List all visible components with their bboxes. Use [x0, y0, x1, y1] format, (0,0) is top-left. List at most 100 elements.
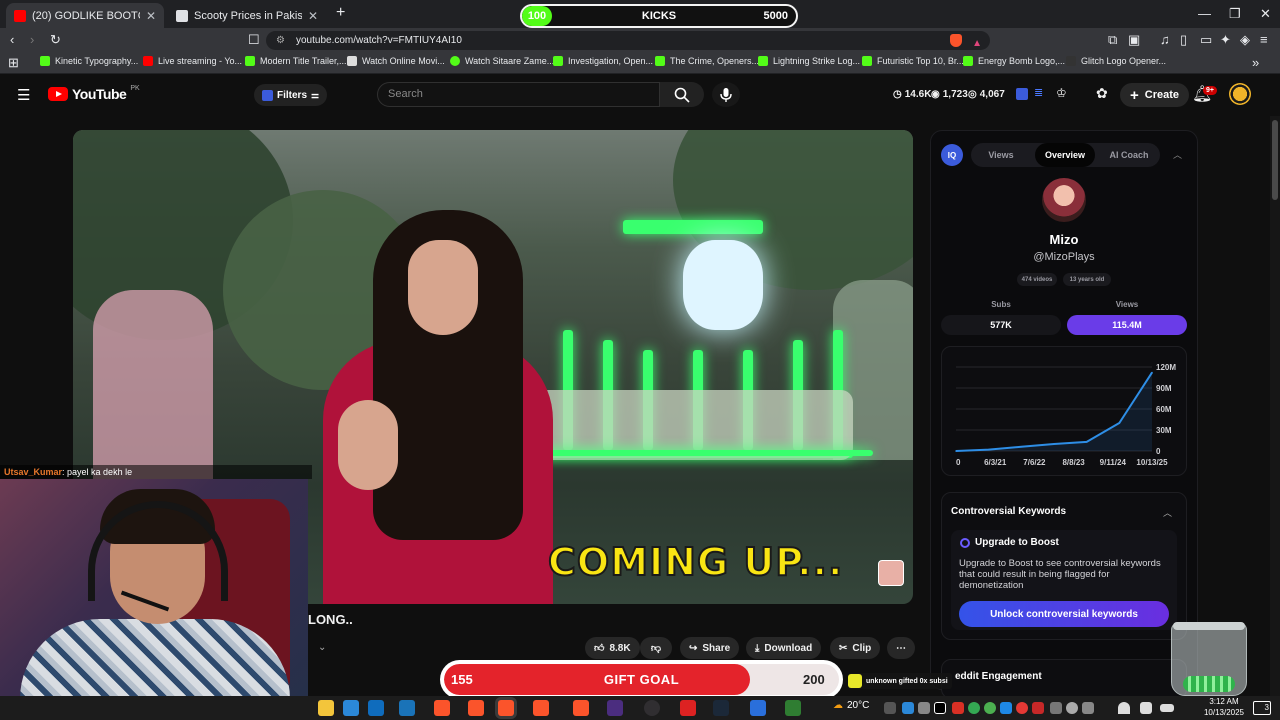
music-icon[interactable]: ♫	[1160, 32, 1170, 47]
tab-scooty-prices[interactable]: Scooty Prices in Pakistan 2024 | Best ✕	[168, 3, 326, 28]
more-bookmarks-icon[interactable]: »	[1252, 55, 1259, 70]
tray-icon[interactable]	[1082, 702, 1094, 714]
bookmark-item[interactable]: Modern Title Trailer,...	[245, 56, 347, 66]
brave-shield-icon[interactable]	[950, 34, 962, 47]
app-icon[interactable]	[399, 700, 415, 716]
account-avatar[interactable]	[1229, 83, 1251, 105]
tray-icon[interactable]	[1066, 702, 1078, 714]
hamburger-menu-icon[interactable]: ☰	[17, 86, 30, 104]
forward-icon[interactable]: ›	[30, 32, 34, 47]
chevron-up-icon[interactable]: ︿	[1173, 148, 1182, 161]
minimize-icon[interactable]: —	[1198, 6, 1211, 21]
tab-overview[interactable]: Overview	[1035, 143, 1095, 167]
brave-icon[interactable]	[533, 700, 549, 716]
next-app-icon[interactable]	[607, 700, 623, 716]
store-icon[interactable]	[343, 700, 359, 716]
site-info-icon[interactable]: ⚙	[276, 31, 285, 50]
reload-icon[interactable]: ↻	[50, 32, 61, 48]
restore-icon[interactable]: ❐	[1229, 6, 1241, 22]
new-tab-button[interactable]: +	[336, 4, 345, 22]
terminal-icon[interactable]	[785, 700, 801, 716]
tab-views[interactable]: Views	[971, 143, 1031, 167]
bookmark-item[interactable]: Futuristic Top 10, Br...	[862, 56, 964, 66]
brave-icon[interactable]	[434, 700, 450, 716]
filters-button[interactable]: Filters ⚌	[254, 84, 328, 106]
menu-icon[interactable]: ≡	[1260, 32, 1268, 47]
bookmark-item[interactable]: The Crime, Openers...	[655, 56, 759, 66]
subs-value[interactable]: 577K	[941, 315, 1061, 335]
notifications-button[interactable]: 3	[1253, 701, 1271, 715]
bookmark-item[interactable]: Watch Online Movi...	[347, 56, 445, 66]
chevron-up-icon[interactable]: ︿	[1163, 506, 1172, 519]
vidiq-logo[interactable]: IQ	[941, 144, 963, 166]
close-tab-icon[interactable]: ✕	[146, 9, 156, 23]
apps-icon[interactable]: ⊞	[8, 55, 19, 71]
tray-icon[interactable]	[984, 702, 996, 714]
file-explorer-icon[interactable]	[318, 700, 334, 716]
clip-button[interactable]: ✂ Clip	[830, 637, 881, 659]
bookmark-item[interactable]: Live streaming - Yo...	[143, 56, 242, 66]
bookmark-item[interactable]: Watch Sitaare Zame...	[450, 56, 554, 66]
chevron-down-icon[interactable]: ⌄	[318, 642, 326, 653]
voice-search-button[interactable]	[712, 82, 740, 107]
extension-puzzle-icon[interactable]: ✿	[1096, 85, 1108, 102]
bookmark-item[interactable]: Lightning Strike Log...	[758, 56, 860, 66]
bookmark-item[interactable]: Investigation, Open...	[553, 56, 653, 66]
vpn-icon[interactable]: ◈	[1240, 32, 1250, 48]
list-icon[interactable]: ≣	[1034, 86, 1043, 99]
views-value[interactable]: 115.4M	[1067, 315, 1187, 335]
brave-icon[interactable]	[498, 700, 514, 716]
tab-ai-coach[interactable]: AI Coach	[1099, 143, 1159, 167]
volume-icon[interactable]	[1140, 702, 1152, 714]
unlock-keywords-button[interactable]: Unlock controversial keywords	[959, 601, 1169, 627]
tray-icon[interactable]	[1050, 702, 1062, 714]
close-tab-icon[interactable]: ✕	[308, 9, 318, 23]
tray-icon[interactable]	[1016, 702, 1028, 714]
channel-avatar[interactable]	[1042, 178, 1086, 222]
tray-icon[interactable]	[918, 702, 930, 714]
taskbar-clock[interactable]: 3:12 AM 10/13/2025	[1196, 696, 1252, 718]
tray-icon[interactable]	[968, 702, 980, 714]
dislike-button[interactable]: 👎︎	[640, 637, 672, 659]
search-input[interactable]: Search	[377, 82, 660, 107]
battery-icon[interactable]	[1160, 704, 1174, 712]
outlook-icon[interactable]	[368, 700, 384, 716]
weather-widget[interactable]: ☁ 20°C	[833, 700, 869, 711]
tray-icon[interactable]	[1032, 702, 1044, 714]
back-icon[interactable]: ‹	[10, 32, 14, 47]
wallet-icon[interactable]: ▭	[1200, 32, 1212, 48]
tray-icon[interactable]	[902, 702, 914, 714]
ai-icon[interactable]: ✦	[1220, 32, 1231, 48]
bookmark-icon[interactable]: ☐	[248, 32, 260, 48]
brave-icon[interactable]	[573, 700, 589, 716]
tab-youtube-vlog[interactable]: (20) GODLIKE BOOTCAMP VLOG ✕	[6, 3, 164, 28]
youtube-logo[interactable]: YouTube PK	[48, 85, 140, 102]
like-button[interactable]: 👍︎ 8.8K	[585, 637, 640, 659]
search-button[interactable]	[660, 82, 704, 107]
brave-rewards-icon[interactable]: ▲	[972, 34, 982, 53]
sidebar-icon[interactable]: ▯	[1180, 32, 1187, 48]
trophy-icon[interactable]: ♔	[1056, 86, 1067, 100]
bookmark-item[interactable]: Energy Bomb Logo,...	[963, 56, 1065, 66]
extensions-icon[interactable]: ⧉	[1108, 32, 1117, 48]
share-button[interactable]: ↪ Share	[680, 637, 740, 659]
create-button[interactable]: + Create	[1120, 83, 1190, 107]
bookmark-item[interactable]: Kinetic Typography...	[40, 56, 138, 66]
wifi-icon[interactable]	[1118, 702, 1130, 714]
app-icon[interactable]	[750, 700, 766, 716]
tray-icon[interactable]	[952, 702, 964, 714]
tray-icon[interactable]	[1000, 702, 1012, 714]
obs-icon[interactable]	[644, 700, 660, 716]
close-window-icon[interactable]: ✕	[1260, 6, 1271, 22]
tray-icon[interactable]	[884, 702, 896, 714]
more-actions-button[interactable]: ⋯	[887, 637, 915, 659]
brave-icon[interactable]	[468, 700, 484, 716]
scrollbar-thumb[interactable]	[1272, 120, 1278, 200]
app-icon[interactable]	[680, 700, 696, 716]
tray-icon[interactable]	[934, 702, 946, 714]
steam-icon[interactable]	[713, 700, 729, 716]
vidiq-icon[interactable]	[1016, 88, 1028, 100]
page-scrollbar[interactable]	[1270, 116, 1280, 696]
address-bar[interactable]: ⚙ youtube.com/watch?v=FMTIUY4AI10 ▲	[266, 31, 990, 50]
download-button[interactable]: ⤓ Download	[746, 637, 822, 659]
